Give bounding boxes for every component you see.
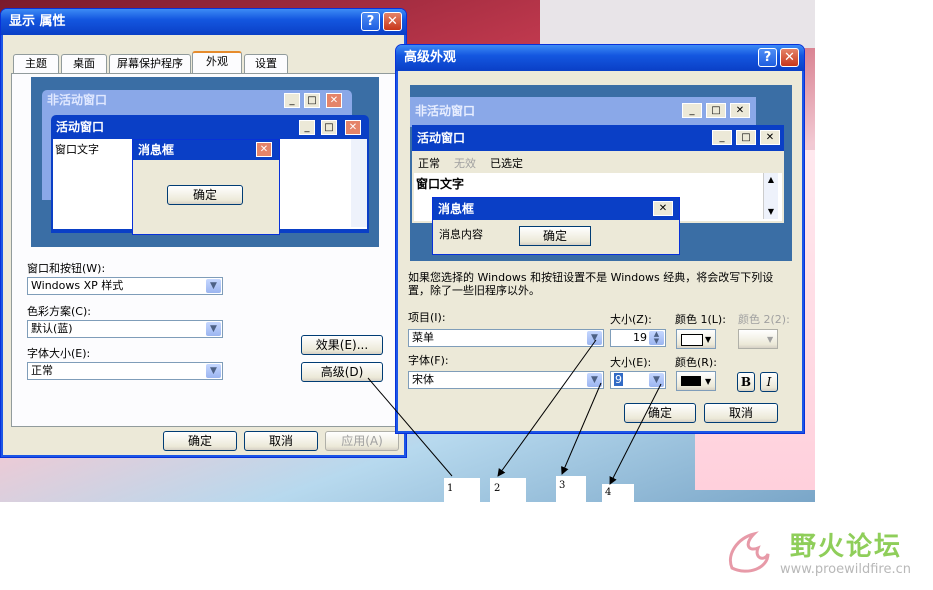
arrow-4 (609, 383, 662, 485)
watermark-name: 野火论坛 (790, 532, 903, 562)
annotation-arrows (367, 339, 662, 485)
flame-logo-icon (729, 531, 770, 573)
arrow-2 (497, 339, 597, 477)
watermark-logo (724, 528, 772, 576)
arrow-3 (561, 382, 602, 475)
watermark-url: www.proewildfire.cn (780, 562, 911, 577)
arrow-1 (367, 377, 453, 477)
